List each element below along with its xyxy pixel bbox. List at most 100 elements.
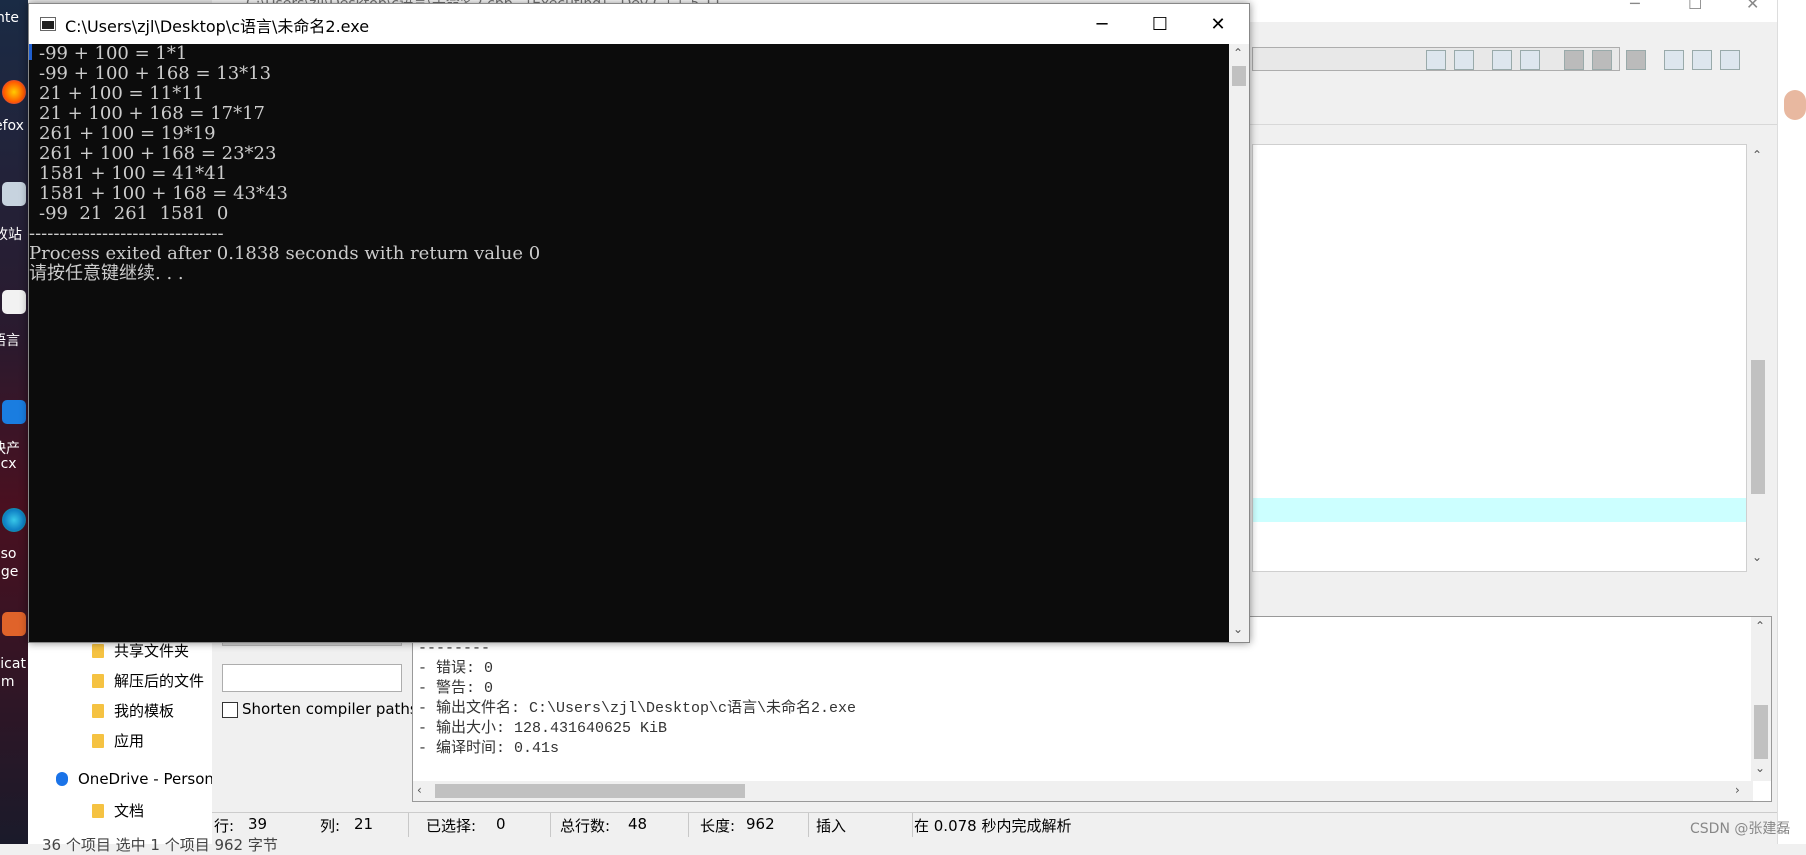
tree-item[interactable]: 应用 xyxy=(92,730,144,751)
chevron-up-icon[interactable]: ⌃ xyxy=(1755,619,1765,633)
scrollbar-thumb[interactable] xyxy=(1751,360,1765,494)
grid-icon[interactable] xyxy=(1664,50,1684,70)
log-line: - 编译时间: 0.41s xyxy=(418,740,560,757)
back-icon[interactable] xyxy=(1564,50,1584,70)
log-line: - 警告: 0 xyxy=(418,680,494,697)
minimize-icon[interactable]: ─ xyxy=(1630,0,1640,13)
status-row-label: 行: xyxy=(214,817,235,835)
close-button[interactable]: ✕ xyxy=(1189,4,1247,44)
status-col: 21 xyxy=(354,815,374,833)
folder-icon xyxy=(92,704,104,718)
watermark: CSDN @张建磊 xyxy=(1690,821,1791,837)
chevron-left-icon[interactable]: ‹ xyxy=(417,783,422,797)
desktop-label: dge xyxy=(0,564,19,580)
editor-scrollbar[interactable]: ⌃ ⌄ xyxy=(1748,144,1768,572)
log-line: - 输出文件名: C:\Users\zjl\Desktop\c语言\未命名2.e… xyxy=(418,700,857,717)
console-app-icon xyxy=(40,17,56,31)
edge-icon[interactable] xyxy=(2,508,26,532)
divider xyxy=(808,813,809,837)
app-icon[interactable] xyxy=(2,400,26,424)
code-editor[interactable] xyxy=(1252,144,1747,572)
list-icon[interactable] xyxy=(1492,50,1512,70)
status-lines-label: 总行数: xyxy=(560,817,611,835)
scrollbar-thumb[interactable] xyxy=(1232,66,1246,86)
cloud-icon xyxy=(56,772,68,786)
desktop-label: 语言 xyxy=(0,333,20,349)
console-line: 21 + 100 + 168 = 17*17 xyxy=(39,103,266,124)
desktop-label: vicat xyxy=(0,656,26,672)
find-icon[interactable] xyxy=(1426,50,1446,70)
console-line: Process exited after 0.1838 seconds with… xyxy=(29,243,541,264)
desktop-label: um xyxy=(0,674,15,690)
console-line: 请按任意键继续. . . xyxy=(29,263,184,284)
chevron-down-icon[interactable]: ⌄ xyxy=(1752,550,1762,564)
app-icon[interactable] xyxy=(2,612,26,636)
divider xyxy=(688,813,689,837)
minimize-button[interactable]: ─ xyxy=(1073,4,1131,44)
shorten-paths-checkbox[interactable] xyxy=(222,702,238,718)
log-line: - 输出大小: 128.431640625 KiB xyxy=(418,720,668,737)
console-output[interactable]: -99 + 100 = 1*1 -99 + 100 + 168 = 13*13 … xyxy=(29,44,1229,642)
console-titlebar[interactable]: C:\Users\zjl\Desktop\c语言\未命名2.exe ─ ☐ ✕ xyxy=(29,4,1249,44)
chevron-up-icon[interactable]: ⌃ xyxy=(1233,46,1243,60)
window-icon[interactable] xyxy=(1692,50,1712,70)
firefox-icon[interactable] xyxy=(2,80,26,104)
console-line: 261 + 100 + 168 = 23*23 xyxy=(39,143,277,164)
ide-right-edge xyxy=(1777,0,1806,844)
status-col-label: 列: xyxy=(320,817,341,835)
status-len-label: 长度: xyxy=(700,817,736,835)
tree-item[interactable]: 共享文件夹 xyxy=(92,640,189,661)
avatar[interactable] xyxy=(1784,90,1806,120)
scrollbar-thumb[interactable] xyxy=(1754,705,1768,759)
close-icon[interactable]: ✕ xyxy=(1746,0,1759,13)
console-line: 1581 + 100 = 41*41 xyxy=(39,163,228,184)
console-line: 1581 + 100 + 168 = 43*43 xyxy=(39,183,288,204)
tree-item[interactable]: 文档 xyxy=(92,800,144,821)
desktop-label: 快产 xyxy=(0,441,20,457)
status-sel-label: 已选择: xyxy=(426,817,477,835)
panel-icon[interactable] xyxy=(1720,50,1740,70)
console-line: -99 + 100 = 1*1 xyxy=(39,44,188,64)
desktop-label: 收站 xyxy=(0,227,22,243)
split-icon[interactable] xyxy=(1520,50,1540,70)
status-sel: 0 xyxy=(496,815,506,833)
compile-log[interactable]: -------- - 错误: 0 - 警告: 0 - 输出文件名: C:\Use… xyxy=(412,616,1772,802)
text-cursor xyxy=(29,44,32,60)
recycle-bin-icon[interactable] xyxy=(2,182,26,206)
desktop-strip: nte efox 收站 语言 快产 ocx oso dge vicat um xyxy=(0,0,28,844)
folder-icon xyxy=(92,804,104,818)
shorten-paths-label: Shorten compiler paths xyxy=(242,700,418,718)
console-line: 261 + 100 = 19*19 xyxy=(39,123,216,144)
console-line: -99 21 261 1581 0 xyxy=(39,203,229,224)
bookmark-icon[interactable] xyxy=(1626,50,1646,70)
tree-item-onedrive[interactable]: OneDrive - Person xyxy=(56,770,214,788)
chevron-right-icon[interactable]: › xyxy=(1735,783,1740,797)
divider xyxy=(408,813,409,837)
log-vertical-scrollbar[interactable]: ⌃ ⌄ xyxy=(1751,617,1771,781)
console-scrollbar[interactable]: ⌃ ⌄ xyxy=(1229,44,1249,642)
forward-icon[interactable] xyxy=(1592,50,1612,70)
divider xyxy=(912,813,913,837)
status-mode: 插入 xyxy=(816,817,847,835)
console-window[interactable]: C:\Users\zjl\Desktop\c语言\未命名2.exe ─ ☐ ✕ … xyxy=(28,3,1250,643)
replace-icon[interactable] xyxy=(1454,50,1474,70)
console-line: -------------------------------- xyxy=(29,223,224,244)
folder-icon xyxy=(92,674,104,688)
tree-item[interactable]: 解压后的文件 xyxy=(92,670,204,691)
maximize-button[interactable]: ☐ xyxy=(1131,4,1189,44)
divider xyxy=(550,813,551,837)
log-lines: -------- - 错误: 0 - 警告: 0 - 输出文件名: C:\Use… xyxy=(418,639,856,759)
log-horizontal-scrollbar[interactable]: ‹ › xyxy=(413,781,1753,801)
chevron-down-icon[interactable]: ⌄ xyxy=(1755,761,1765,775)
document-icon[interactable] xyxy=(2,290,26,314)
chevron-down-icon[interactable]: ⌄ xyxy=(1233,622,1243,636)
log-line: - 错误: 0 xyxy=(418,660,494,677)
console-line: -99 + 100 + 168 = 13*13 xyxy=(39,63,272,84)
chevron-up-icon[interactable]: ⌃ xyxy=(1752,148,1762,162)
tree-item[interactable]: 我的模板 xyxy=(92,700,174,721)
scrollbar-thumb[interactable] xyxy=(435,784,745,798)
ide-statusbar: 行: 39 列: 21 已选择: 0 总行数: 48 长度: 962 插入 在 … xyxy=(212,812,1777,837)
maximize-icon[interactable]: ☐ xyxy=(1688,0,1702,13)
panel-input[interactable] xyxy=(222,664,402,692)
desktop-label: oso xyxy=(0,546,17,562)
